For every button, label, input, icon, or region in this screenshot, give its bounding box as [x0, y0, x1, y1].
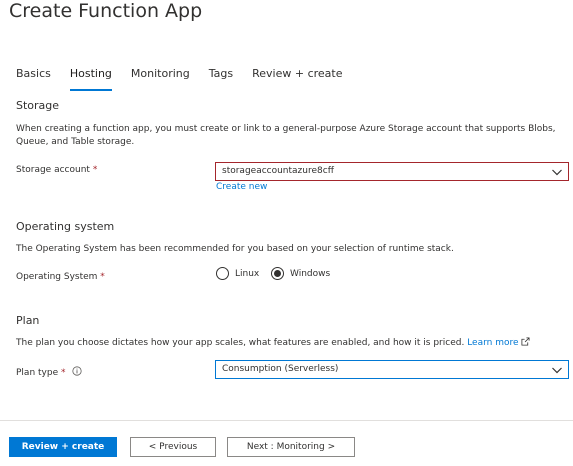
learn-more-link[interactable]: Learn more	[467, 338, 518, 348]
radio-unchecked-icon	[216, 267, 229, 280]
os-radio-linux-label: Linux	[235, 268, 260, 279]
tab-hosting[interactable]: Hosting	[69, 67, 112, 91]
radio-checked-icon	[271, 267, 284, 280]
chevron-down-icon	[552, 169, 562, 176]
tab-tags[interactable]: Tags	[209, 67, 233, 91]
info-icon[interactable]	[72, 366, 82, 376]
next-monitoring-button[interactable]: Next : Monitoring >	[227, 437, 355, 457]
storage-description: When creating a function app, you must c…	[16, 124, 556, 147]
os-radio-linux[interactable]: Linux	[216, 267, 259, 280]
plan-description: The plan you choose dictates how your ap…	[16, 337, 530, 350]
external-link-icon[interactable]	[521, 337, 530, 346]
storage-account-label-text: Storage account	[16, 165, 90, 175]
os-label-text: Operating System	[16, 272, 98, 282]
plan-description-text: The plan you choose dictates how your ap…	[16, 338, 465, 348]
tab-basics[interactable]: Basics	[16, 67, 51, 91]
page-title: Create Function App	[9, 0, 203, 22]
previous-button[interactable]: < Previous	[130, 437, 216, 457]
plan-heading: Plan	[16, 314, 40, 327]
tab-review-create[interactable]: Review + create	[252, 67, 342, 91]
storage-account-select[interactable]: storageaccountazure8cff	[215, 162, 569, 181]
tab-monitoring[interactable]: Monitoring	[131, 67, 190, 91]
footer-divider	[0, 420, 573, 421]
plan-type-select[interactable]: Consumption (Serverless)	[215, 360, 569, 379]
create-new-link[interactable]: Create new	[216, 182, 267, 192]
os-radio-windows[interactable]: Windows	[271, 267, 330, 280]
plan-type-value: Consumption (Serverless)	[222, 364, 339, 374]
os-radio-windows-label: Windows	[290, 268, 331, 279]
os-label: Operating System *	[16, 272, 105, 282]
plan-type-label: Plan type *	[16, 366, 82, 378]
storage-account-label: Storage account *	[16, 165, 97, 175]
os-heading: Operating system	[16, 220, 115, 233]
storage-account-value: storageaccountazure8cff	[222, 166, 334, 176]
os-description: The Operating System has been recommende…	[16, 244, 454, 254]
review-create-button[interactable]: Review + create	[9, 437, 117, 457]
required-mark: *	[100, 272, 105, 282]
required-mark: *	[61, 368, 66, 378]
storage-heading: Storage	[16, 99, 60, 112]
required-mark: *	[92, 165, 98, 175]
plan-type-label-text: Plan type	[16, 368, 59, 378]
tab-bar: Basics Hosting Monitoring Tags Review + …	[16, 67, 361, 91]
chevron-down-icon	[552, 367, 562, 374]
